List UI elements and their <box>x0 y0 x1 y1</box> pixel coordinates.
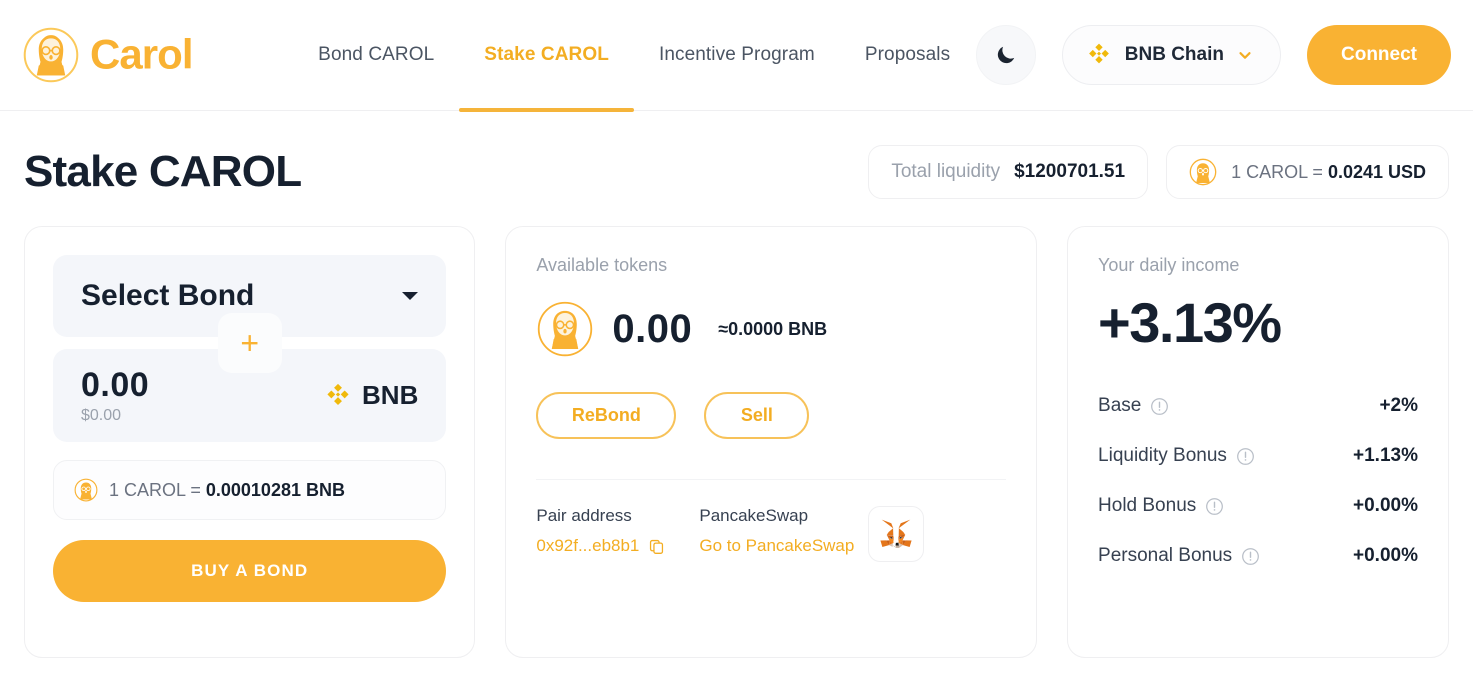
pair-address-label: Pair address <box>536 506 632 525</box>
bond-rate-prefix: 1 CAROL = <box>109 479 206 500</box>
moon-icon <box>997 46 1014 64</box>
chain-selector[interactable]: BNB Chain <box>1061 25 1281 85</box>
info-icon[interactable] <box>1205 497 1224 516</box>
metamask-fox-icon <box>880 519 912 548</box>
add-to-metamask-button[interactable] <box>868 506 925 562</box>
bond-rate-value: 0.00010281 BNB <box>205 479 345 500</box>
carol-price-value: 0.0241 USD <box>1327 161 1426 182</box>
bonus-value: +0.00% <box>1353 545 1418 566</box>
bond-token-tag: BNB <box>323 380 418 411</box>
carol-price-prefix: 1 CAROL = <box>1231 161 1328 182</box>
section-divider <box>536 479 1007 480</box>
bonus-value: +0.00% <box>1353 495 1418 516</box>
nav-item-incentive-program[interactable]: Incentive Program <box>634 0 840 111</box>
info-icon[interactable] <box>1150 397 1169 416</box>
pair-address-value-button[interactable]: 0x92f...eb8b1 <box>536 536 699 556</box>
svg-text:Carol: Carol <box>90 34 193 76</box>
dex-link-label: Go to PancakeSwap <box>699 536 855 555</box>
app-header: Carol Bond CAROL Stake CAROL Incentive P… <box>0 0 1473 112</box>
bonus-row-base: Base +2% <box>1098 381 1418 431</box>
bond-card: Select Bond + 0.00 $0.00 BNB 1 CAROL = 0… <box>24 226 476 658</box>
pair-address-col: Pair address 0x92f...eb8b1 <box>536 506 699 556</box>
nav-label: Stake CAROL <box>484 44 609 65</box>
daily-income-label: Your daily income <box>1098 255 1240 275</box>
carol-price-text: 1 CAROL = 0.0241 USD <box>1231 162 1426 183</box>
bonus-row-hold-bonus: Hold Bonus +0.00% <box>1098 481 1418 531</box>
bonus-breakdown-list: Base +2% Liquidity Bonus +1.13% Hold Bon… <box>1098 381 1418 581</box>
select-bond-label: Select Bond <box>81 279 255 312</box>
buy-a-bond-button[interactable]: BUY A BOND <box>53 540 447 602</box>
total-liquidity-label: Total liquidity <box>891 161 1001 182</box>
sell-button[interactable]: Sell <box>704 392 810 439</box>
dex-label: PancakeSwap <box>699 506 809 525</box>
caret-down-icon <box>402 292 419 300</box>
chevron-down-icon <box>1239 52 1251 59</box>
carol-price-pill: 1 CAROL = 0.0241 USD <box>1166 145 1449 199</box>
total-liquidity-value: $1200701.51 <box>1014 161 1126 182</box>
bonus-label: Hold Bonus <box>1098 495 1197 516</box>
pair-address-value: 0x92f...eb8b1 <box>536 536 640 555</box>
nav-item-bond-carol[interactable]: Bond CAROL <box>293 0 459 111</box>
page-header-row: Stake CAROL Total liquidity $1200701.51 … <box>0 111 1473 199</box>
bonus-label: Liquidity Bonus <box>1098 445 1227 466</box>
bnb-icon <box>1088 43 1109 64</box>
available-tokens-card: Available tokens 0.00 ≈0.0000 BNB ReBond… <box>505 226 1038 658</box>
main-navigation: Bond CAROL Stake CAROL Incentive Program… <box>293 0 975 112</box>
info-icon[interactable] <box>1236 447 1255 466</box>
total-liquidity-pill: Total liquidity $1200701.51 <box>868 145 1149 199</box>
plus-icon[interactable]: + <box>217 313 282 373</box>
pair-info-row: Pair address 0x92f...eb8b1 PancakeSwap G… <box>536 506 1006 562</box>
bond-amount-group: 0.00 $0.00 <box>81 366 149 425</box>
bnb-icon <box>327 383 349 405</box>
bond-rate-text: 1 CAROL = 0.00010281 BNB <box>109 480 345 501</box>
token-actions: ReBond Sell <box>536 392 1006 439</box>
rebond-button[interactable]: ReBond <box>536 392 677 439</box>
cards-row: Select Bond + 0.00 $0.00 BNB 1 CAROL = 0… <box>0 199 1473 658</box>
approx-value: 0.0000 BNB <box>728 318 828 339</box>
available-tokens-amount: 0.00 <box>612 306 693 351</box>
connect-wallet-button[interactable]: Connect <box>1307 25 1451 85</box>
bonus-row-personal-bonus: Personal Bonus +0.00% <box>1098 531 1418 581</box>
carol-token-icon <box>1189 158 1217 186</box>
approx-symbol: ≈ <box>718 318 729 339</box>
bond-rate-box: 1 CAROL = 0.00010281 BNB <box>53 460 447 520</box>
theme-toggle-button[interactable] <box>975 25 1036 85</box>
bonus-row-liquidity-bonus: Liquidity Bonus +1.13% <box>1098 431 1418 481</box>
bond-token-symbol: BNB <box>362 380 419 410</box>
header-actions: BNB Chain Connect <box>975 25 1451 85</box>
available-tokens-row: 0.00 ≈0.0000 BNB <box>536 300 1006 358</box>
nav-label: Bond CAROL <box>318 44 435 65</box>
daily-income-card: Your daily income +3.13% Base +2% Liquid… <box>1067 226 1449 658</box>
bond-amount-usd: $0.00 <box>81 407 122 424</box>
brand-logo[interactable]: Carol <box>22 26 233 84</box>
carol-token-icon <box>74 478 98 502</box>
copy-icon <box>650 539 664 554</box>
brand-wordmark: Carol <box>90 34 194 76</box>
nav-item-stake-carol[interactable]: Stake CAROL <box>459 0 634 112</box>
header-stats: Total liquidity $1200701.51 1 CAROL = 0.… <box>868 145 1449 199</box>
info-icon[interactable] <box>1241 547 1260 566</box>
carol-token-icon <box>538 301 593 357</box>
chain-name: BNB Chain <box>1124 44 1224 65</box>
bonus-label: Personal Bonus <box>1098 545 1233 566</box>
bonus-value: +1.13% <box>1353 445 1418 466</box>
page-title: Stake CAROL <box>24 147 302 196</box>
bonus-value: +2% <box>1379 395 1418 416</box>
bonus-label: Base <box>1098 395 1142 416</box>
daily-income-value: +3.13% <box>1098 291 1282 354</box>
go-to-pancakeswap-link[interactable]: Go to PancakeSwap <box>699 536 862 556</box>
nav-label: Proposals <box>864 44 951 65</box>
nav-item-proposals[interactable]: Proposals <box>840 0 975 111</box>
available-tokens-approx: ≈0.0000 BNB <box>718 319 827 340</box>
nav-label: Incentive Program <box>658 44 815 65</box>
carol-avatar-icon <box>23 27 79 83</box>
available-tokens-label: Available tokens <box>536 255 668 275</box>
dex-col: PancakeSwap Go to PancakeSwap <box>699 506 862 556</box>
bond-amount-value: 0.00 <box>81 366 150 404</box>
